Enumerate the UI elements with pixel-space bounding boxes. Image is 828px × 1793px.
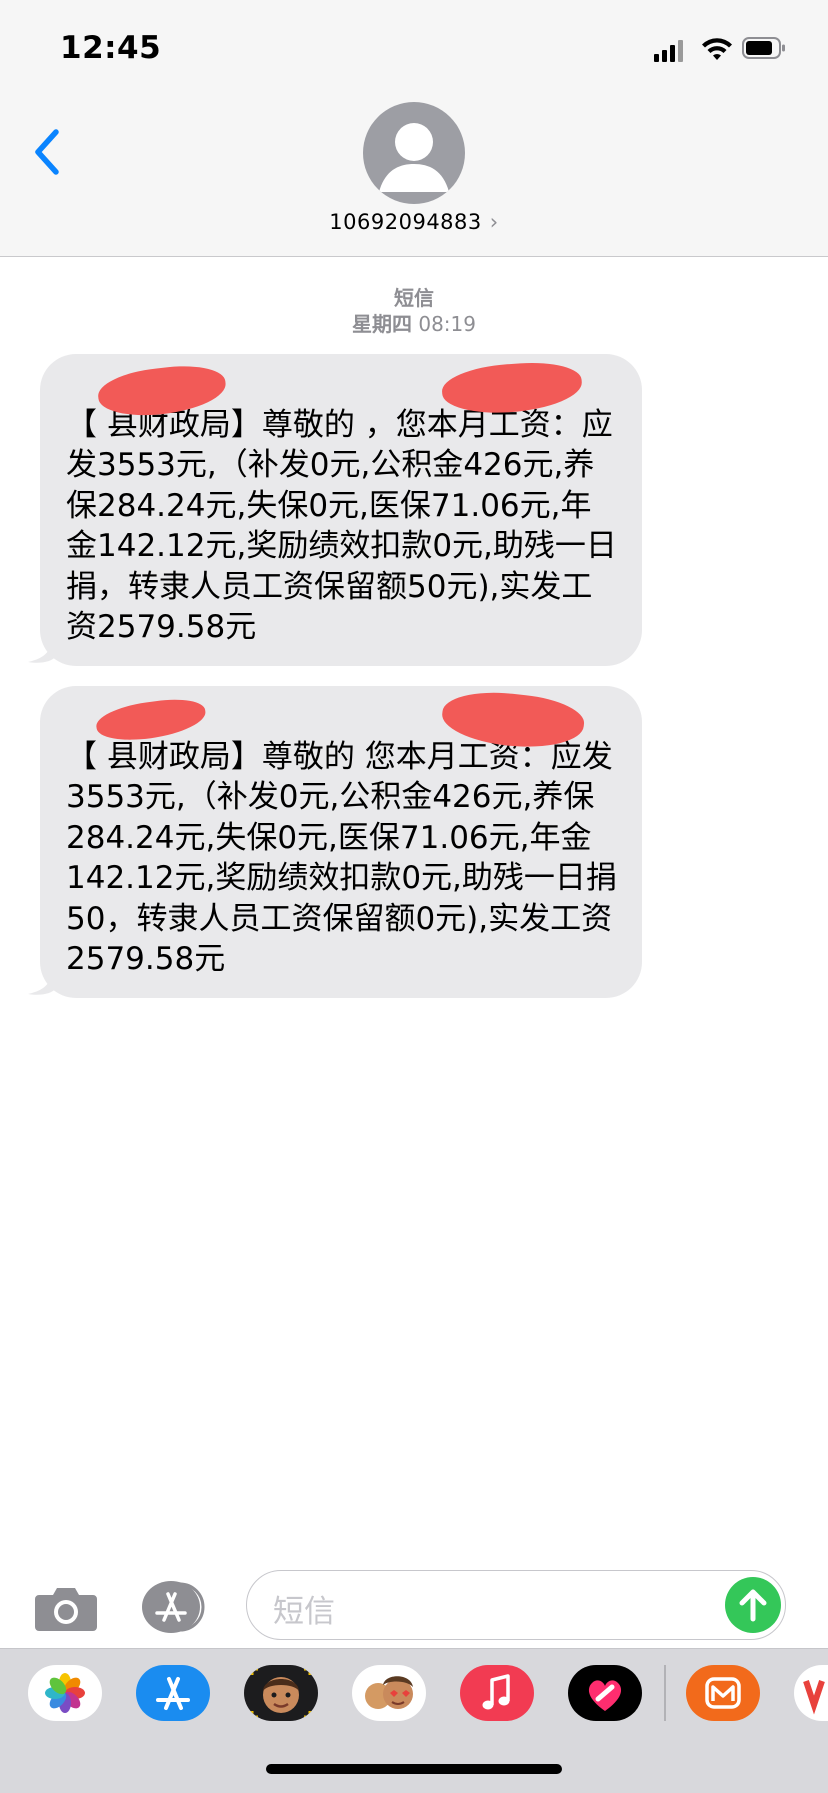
message-text: 【 县财政局】尊敬的 ，您本月工资：应发3553元,（补发0元,公积金426元,… <box>66 406 617 646</box>
conversation-header: 12:45 10692094883 › <box>0 0 828 257</box>
message-bubble-2[interactable]: 【 县财政局】尊敬的 您本月工资：应发3553元,（补发0元,公积金426元,养… <box>40 686 642 998</box>
chevron-left-icon[interactable] <box>30 128 64 176</box>
wifi-icon <box>702 38 732 60</box>
photos-app-icon[interactable] <box>28 1665 102 1721</box>
memoji-app-icon[interactable] <box>244 1665 318 1721</box>
message-text: 【 县财政局】尊敬的 您本月工资：应发3553元,（补发0元,公积金426元,养… <box>66 738 617 978</box>
chevron-right-icon: › <box>489 210 499 234</box>
arrow-up-icon <box>739 1589 767 1622</box>
camera-icon[interactable] <box>35 1583 97 1631</box>
contact-name-button[interactable]: 10692094883 › <box>0 210 828 234</box>
cellular-signal-icon <box>654 38 690 62</box>
memoji-stickers-app-icon[interactable] <box>352 1665 426 1721</box>
status-time: 12:45 <box>60 30 162 66</box>
app-store-app-icon[interactable] <box>136 1665 210 1721</box>
battery-icon <box>742 37 785 59</box>
person-icon <box>379 123 449 192</box>
digital-touch-app-icon[interactable] <box>568 1665 642 1721</box>
music-app-icon[interactable] <box>460 1665 534 1721</box>
contact-avatar[interactable] <box>363 102 465 204</box>
mango-tv-app-icon[interactable] <box>686 1665 760 1721</box>
app-store-icon[interactable] <box>140 1580 212 1634</box>
service-label: 短信 <box>394 286 434 310</box>
message-bubble-1[interactable]: 【 县财政局】尊敬的 ，您本月工资：应发3553元,（补发0元,公积金426元,… <box>40 354 642 666</box>
contact-number: 10692094883 <box>329 210 482 234</box>
partial-app-icon[interactable] <box>794 1665 828 1721</box>
home-indicator[interactable] <box>266 1764 562 1774</box>
message-input-placeholder: 短信 <box>273 1594 335 1630</box>
drawer-divider <box>664 1665 666 1721</box>
timestamp-weekday: 星期四 <box>352 312 412 336</box>
message-timestamp: 星期四 08:19 <box>0 308 828 337</box>
send-button[interactable] <box>725 1577 781 1633</box>
message-input[interactable]: 短信 <box>246 1570 786 1640</box>
timestamp-clock: 08:19 <box>418 312 476 336</box>
